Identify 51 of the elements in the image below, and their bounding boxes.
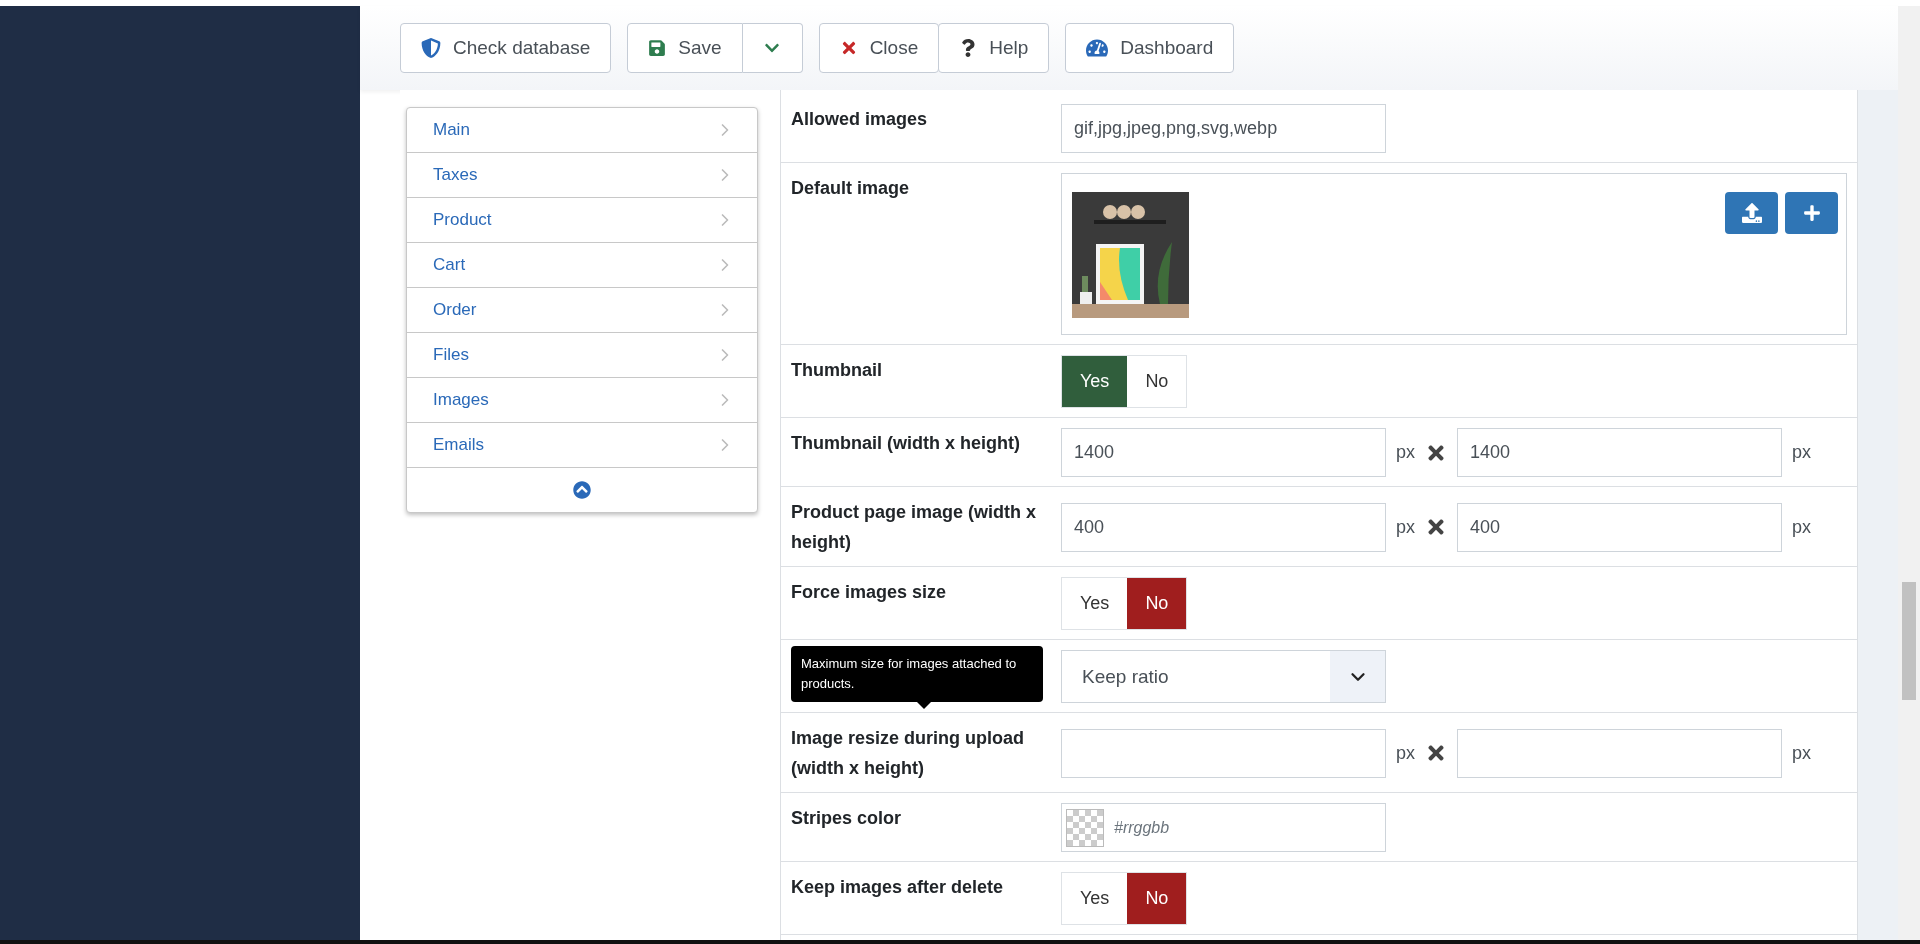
field-label: Allowed images (791, 108, 929, 131)
nav-item[interactable]: Cart (407, 243, 757, 288)
nav-item[interactable]: Emails (407, 423, 757, 468)
text-field[interactable]: gif,jpg,jpeg,png,svg,webp (1061, 104, 1386, 153)
shield-icon (421, 38, 441, 58)
upload-icon (1741, 203, 1762, 223)
swatch-icon (1066, 808, 1104, 847)
toolbar-button[interactable]: Close (818, 23, 940, 73)
nav-item[interactable]: Images (407, 378, 757, 423)
field-label: Image resize during upload (width x height) (791, 727, 1026, 780)
unit-label: px (1396, 742, 1415, 764)
save-icon (648, 39, 667, 57)
dropdown-button[interactable] (742, 23, 803, 73)
field-label: Force images size (791, 581, 948, 604)
width-field[interactable]: 1400 (1061, 428, 1386, 477)
field-label: Thumbnail (791, 359, 883, 382)
height-field[interactable]: 1400 (1457, 428, 1782, 477)
unit-label: px (1396, 516, 1415, 538)
color-field[interactable]: #rrggbb (1061, 803, 1386, 852)
field-label: Stripes color (791, 807, 903, 830)
width-field[interactable] (1061, 728, 1386, 778)
height-field[interactable] (1457, 728, 1782, 778)
unit-label: px (1396, 442, 1415, 463)
unit-label: px (1792, 742, 1812, 764)
tooltip-arrow (917, 702, 931, 709)
field-label: Default image (791, 177, 911, 200)
unit-label: px (1792, 516, 1812, 538)
field-label: Keep images after delete (791, 876, 1005, 899)
add-button[interactable] (1785, 192, 1838, 234)
field-label: Thumbnail (width x height) (791, 432, 1021, 455)
nav-item[interactable]: Taxes (407, 153, 757, 198)
dashboard-icon (1086, 37, 1109, 59)
toggle-option[interactable]: No (1127, 578, 1187, 629)
toggle-option[interactable]: No (1127, 873, 1187, 924)
toolbar-button[interactable]: Help (938, 23, 1050, 73)
nav-item[interactable]: Main (407, 108, 757, 153)
select-field[interactable]: Keep ratio (1061, 650, 1386, 703)
upload-button[interactable] (1725, 192, 1778, 234)
toolbar-button[interactable]: Dashboard (1065, 23, 1235, 73)
nav-item[interactable]: Files (407, 333, 757, 378)
nav-item[interactable]: Order (407, 288, 757, 333)
plus-icon (1802, 204, 1821, 222)
collapse-icon[interactable] (573, 481, 591, 499)
toolbar-button[interactable]: Check database (400, 23, 612, 73)
width-field[interactable]: 400 (1061, 502, 1386, 552)
height-field[interactable]: 400 (1457, 502, 1782, 552)
nav-item[interactable]: Product (407, 198, 757, 243)
field-label: Product page image (width x height) (791, 501, 1038, 554)
toolbar-button[interactable]: Save (627, 23, 743, 73)
toggle-option[interactable]: Yes (1062, 356, 1128, 407)
unit-label: px (1792, 442, 1812, 463)
